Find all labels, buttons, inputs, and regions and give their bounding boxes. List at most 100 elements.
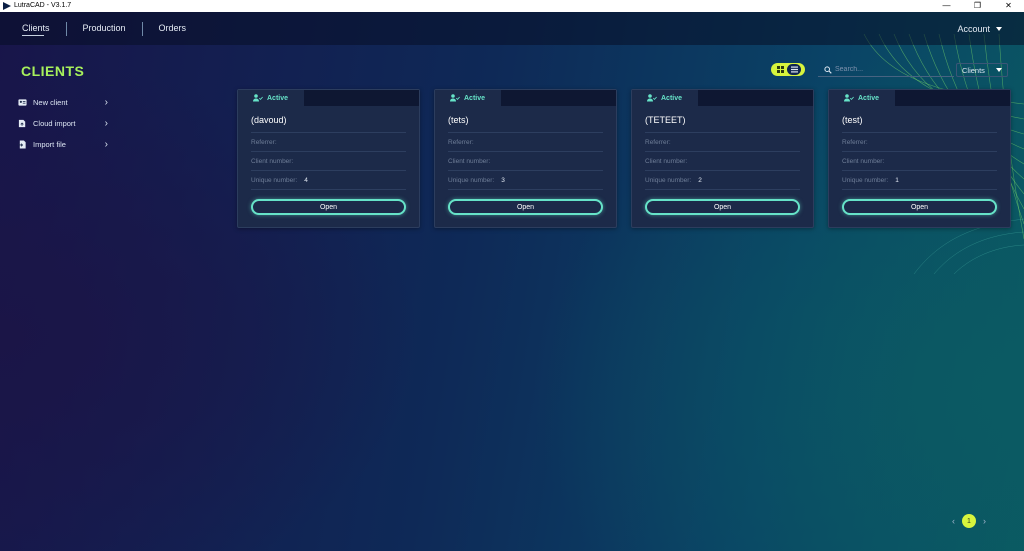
pagination: ‹ 1 › — [952, 514, 986, 528]
client-number-row: Client number: — [842, 151, 997, 170]
sidebar: New client › Cloud import › Import file … — [18, 92, 108, 155]
client-number-row: Client number: — [251, 151, 406, 170]
status-label: Active — [464, 94, 486, 102]
chevron-left-icon[interactable]: ‹ — [952, 516, 955, 526]
client-number-label: Client number: — [448, 157, 491, 165]
status-label: Active — [858, 94, 880, 102]
open-client-button[interactable]: Open — [251, 199, 406, 215]
referrer-label: Referrer: — [448, 138, 474, 146]
client-number-label: Client number: — [842, 157, 885, 165]
client-number-row: Client number: — [645, 151, 800, 170]
close-icon[interactable]: ✕ — [993, 0, 1024, 12]
unique-number-value: 4 — [304, 176, 308, 184]
open-client-button[interactable]: Open — [448, 199, 603, 215]
unique-number-row: Unique number: 4 — [251, 170, 406, 189]
unique-number-label: Unique number: — [645, 176, 692, 184]
window-title: LutraCAD - V3.1.7 — [14, 2, 72, 9]
restore-icon[interactable]: ❐ — [962, 0, 993, 12]
referrer-label: Referrer: — [645, 138, 671, 146]
view-mode-toggle[interactable] — [771, 63, 805, 76]
sidebar-item-label: Import file — [33, 140, 66, 149]
card-header: Active — [632, 90, 813, 106]
divider — [645, 189, 800, 191]
unique-number-row: Unique number: 1 — [842, 170, 997, 189]
client-number-row: Client number: — [448, 151, 603, 170]
client-card-grid: Active (davoud) Referrer: Client number:… — [237, 89, 1011, 228]
chevron-right-icon[interactable]: › — [983, 516, 986, 526]
list-view-button[interactable] — [787, 64, 801, 75]
search-scope-value: Clients — [962, 65, 985, 75]
unique-number-value: 1 — [895, 176, 899, 184]
unique-number-value: 2 — [698, 176, 702, 184]
sidebar-item-cloud-import[interactable]: Cloud import › — [18, 113, 108, 134]
caret-down-icon — [996, 26, 1002, 31]
page-button-current[interactable]: 1 — [962, 514, 976, 528]
client-name: (test) — [842, 115, 863, 125]
divider — [251, 189, 406, 191]
divider — [842, 189, 997, 191]
unique-number-value: 3 — [501, 176, 505, 184]
window-controls: — ❐ ✕ — [931, 0, 1024, 12]
client-card: Active (davoud) Referrer: Client number:… — [237, 89, 420, 228]
file-import-icon — [18, 140, 26, 149]
referrer-row: Referrer: — [251, 132, 406, 151]
nav-production[interactable]: Production — [67, 12, 142, 45]
referrer-label: Referrer: — [842, 138, 868, 146]
status-badge: Active — [632, 90, 698, 106]
card-header: Active — [238, 90, 419, 106]
caret-down-icon — [996, 68, 1002, 72]
client-name: (tets) — [448, 115, 469, 125]
referrer-label: Referrer: — [251, 138, 277, 146]
page-title: CLIENTS — [21, 63, 85, 79]
search-scope-select[interactable]: Clients — [956, 63, 1008, 77]
unique-number-row: Unique number: 2 — [645, 170, 800, 189]
nav-clients[interactable]: Clients — [0, 12, 66, 45]
grid-view-button[interactable] — [773, 64, 787, 75]
unique-number-label: Unique number: — [842, 176, 889, 184]
client-card: Active (TETEET) Referrer: Client number:… — [631, 89, 814, 228]
open-client-button[interactable]: Open — [645, 199, 800, 215]
minimize-icon[interactable]: — — [931, 0, 962, 12]
app-logo-icon — [3, 2, 11, 10]
unique-number-label: Unique number: — [251, 176, 298, 184]
card-header: Active — [829, 90, 1010, 106]
sidebar-item-import-file[interactable]: Import file › — [18, 134, 108, 155]
grid-icon — [776, 66, 784, 73]
account-label: Account — [957, 23, 990, 34]
cloud-upload-icon — [18, 119, 26, 128]
user-check-icon — [647, 94, 657, 102]
chevron-right-icon: › — [104, 139, 108, 150]
divider — [448, 189, 603, 191]
referrer-row: Referrer: — [645, 132, 800, 151]
client-card: Active (test) Referrer: Client number: U… — [828, 89, 1011, 228]
unique-number-row: Unique number: 3 — [448, 170, 603, 189]
user-check-icon — [450, 94, 460, 102]
search-icon — [824, 65, 832, 74]
status-badge: Active — [435, 90, 501, 106]
sidebar-item-label: Cloud import — [33, 119, 76, 128]
status-label: Active — [661, 94, 683, 102]
search-box — [818, 63, 954, 77]
chevron-right-icon: › — [104, 97, 108, 108]
status-badge: Active — [829, 90, 895, 106]
client-card: Active (tets) Referrer: Client number: U… — [434, 89, 617, 228]
nav-orders[interactable]: Orders — [143, 12, 203, 45]
top-navigation: Clients Production Orders Account — [0, 12, 1024, 45]
account-menu[interactable]: Account — [957, 24, 1002, 34]
unique-number-label: Unique number: — [448, 176, 495, 184]
chevron-right-icon: › — [104, 118, 108, 129]
id-card-icon — [18, 99, 27, 106]
sidebar-item-new-client[interactable]: New client › — [18, 92, 108, 113]
sidebar-item-label: New client — [33, 98, 68, 107]
card-header: Active — [435, 90, 616, 106]
list-icon — [790, 66, 798, 73]
referrer-row: Referrer: — [842, 132, 997, 151]
open-client-button[interactable]: Open — [842, 199, 997, 215]
referrer-row: Referrer: — [448, 132, 603, 151]
user-check-icon — [844, 94, 854, 102]
client-number-label: Client number: — [645, 157, 688, 165]
search-input[interactable] — [833, 65, 947, 74]
app-root: Clients Production Orders Account CLIENT… — [0, 12, 1024, 551]
user-check-icon — [253, 94, 263, 102]
window-titlebar: LutraCAD - V3.1.7 — ❐ ✕ — [0, 0, 1024, 12]
